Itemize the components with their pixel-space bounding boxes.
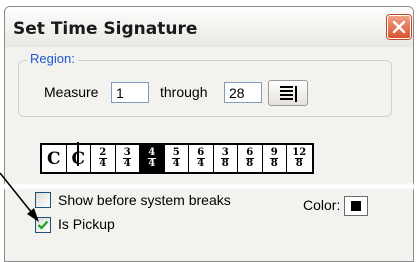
- annotation-arrow: [0, 172, 39, 222]
